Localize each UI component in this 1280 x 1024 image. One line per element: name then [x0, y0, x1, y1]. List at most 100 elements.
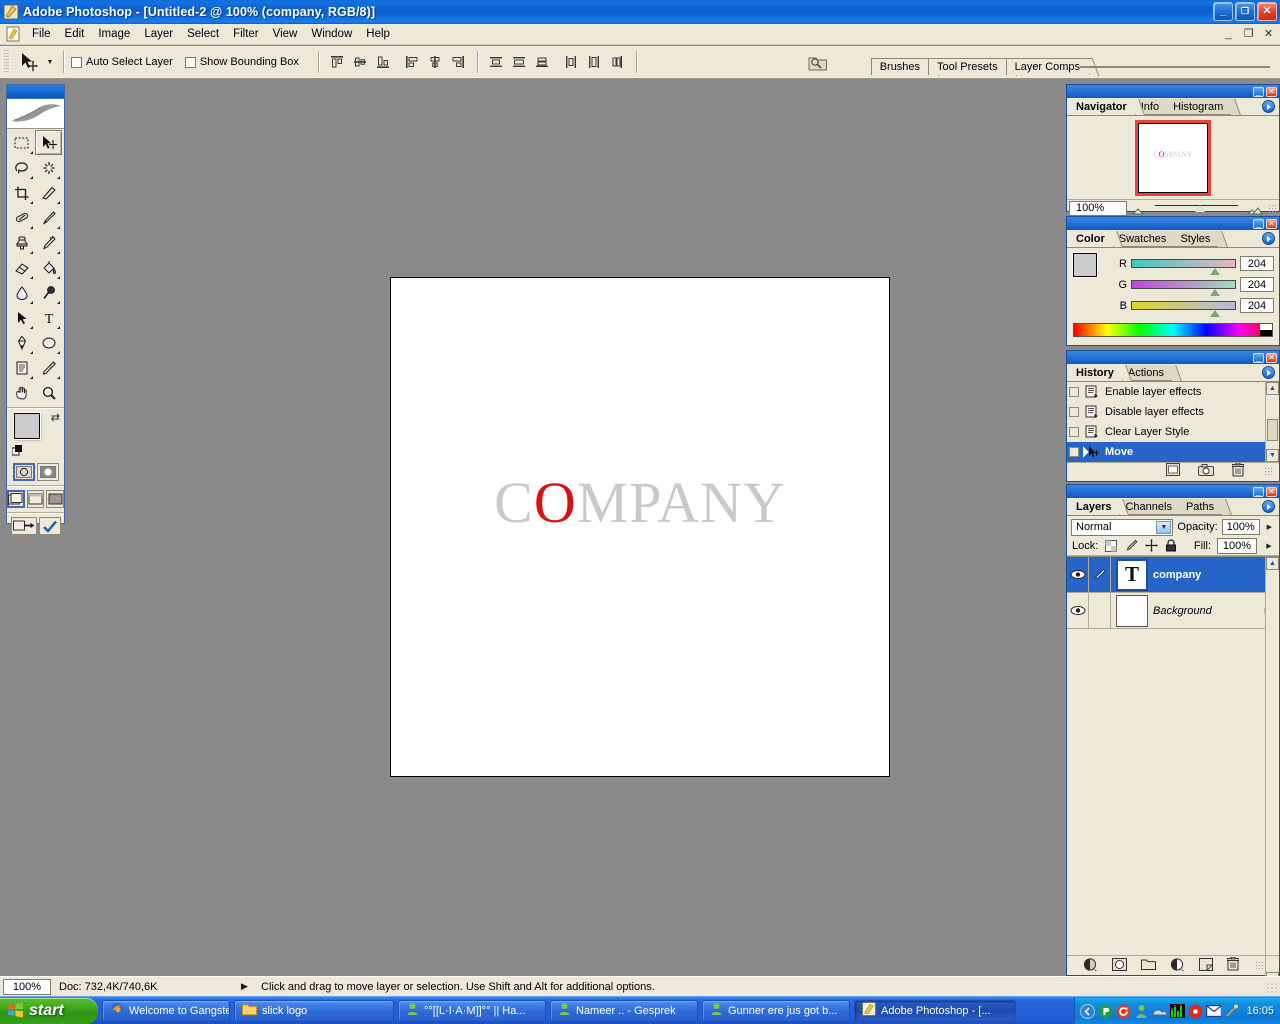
layer-visibility-icon[interactable] [1067, 556, 1089, 593]
slider-thumb[interactable] [1194, 205, 1205, 212]
equalizer-icon[interactable] [1170, 1004, 1186, 1019]
history-snapshot-checkbox[interactable] [1067, 422, 1081, 442]
navigator-title-bar[interactable]: _ ✕ [1067, 85, 1279, 98]
tool-clone-stamp[interactable] [8, 230, 35, 255]
layer-row-background[interactable]: Background [1067, 592, 1279, 629]
palette-well-tab-tool-presets[interactable]: Tool Presets [928, 58, 1008, 75]
media-player-icon[interactable] [1098, 1004, 1113, 1019]
full-screen-mode-button[interactable] [46, 490, 65, 508]
layer-thumbnail-background[interactable] [1116, 594, 1148, 627]
taskbar-button-msn-liam[interactable]: °°[[L·I·A·M]]°° || Ha... [398, 999, 546, 1022]
align-left-edges-icon[interactable] [402, 52, 423, 72]
history-state-row-selected[interactable]: Move [1067, 442, 1279, 462]
minimize-button[interactable]: _ [1213, 2, 1233, 21]
layers-minimize-button[interactable]: _ [1253, 486, 1264, 497]
tool-eyedropper[interactable] [35, 355, 62, 380]
tool-ellipse-shape[interactable] [35, 330, 62, 355]
history-snapshot-checkbox[interactable] [1067, 442, 1081, 462]
layer-mask-icon[interactable] [1111, 957, 1127, 974]
mdi-minimize-button[interactable]: _ [1221, 26, 1236, 40]
new-layer-icon[interactable] [1198, 957, 1213, 974]
slider-r[interactable] [1131, 259, 1236, 275]
jump-to-other-button[interactable] [38, 517, 61, 535]
history-state-row[interactable]: Clear Layer Style [1067, 422, 1279, 442]
distribute-right-edges-icon[interactable] [607, 52, 628, 72]
zoom-out-icon[interactable] [1130, 201, 1146, 215]
blend-mode-select[interactable]: Normal ▼ [1071, 518, 1174, 536]
lock-all-icon[interactable] [1164, 539, 1178, 553]
align-right-edges-icon[interactable] [448, 52, 469, 72]
menu-filter[interactable]: Filter [226, 26, 266, 42]
align-horizontal-centers-icon[interactable] [425, 52, 446, 72]
close-button[interactable]: ✕ [1257, 2, 1277, 21]
toolbox-title-bar[interactable] [7, 85, 64, 99]
slider-b-thumb[interactable] [1210, 310, 1221, 317]
file-browser-icon[interactable] [806, 51, 830, 74]
color-title-bar[interactable]: _ ✕ [1067, 217, 1279, 230]
fill-slider-arrow-icon[interactable]: ▶ [1263, 538, 1275, 554]
slider-g-thumb[interactable] [1210, 289, 1221, 296]
palette-well-tab-brushes[interactable]: Brushes [870, 58, 931, 75]
layer-link-icon[interactable] [1089, 556, 1111, 593]
taskbar-button-msn-nameer[interactable]: Nameer .. - Gesprek [550, 999, 698, 1022]
status-menu-arrow-icon[interactable]: ▶ [241, 981, 255, 992]
layers-title-bar[interactable]: _ ✕ [1067, 485, 1279, 498]
show-hidden-icons-icon[interactable] [1080, 1003, 1096, 1019]
menu-select[interactable]: Select [180, 26, 226, 42]
show-bounding-box-checkbox[interactable]: Show Bounding Box [184, 56, 299, 68]
update-icon[interactable] [1116, 1004, 1131, 1019]
layer-row-company[interactable]: T company [1067, 556, 1279, 593]
status-zoom-field[interactable]: 100% [3, 978, 51, 995]
tool-type[interactable]: T [35, 305, 62, 330]
swap-colors-icon[interactable]: ⇄ [51, 411, 60, 424]
system-clock[interactable]: 16:05 [1246, 1005, 1274, 1017]
tool-rectangular-marquee[interactable] [8, 130, 35, 155]
delete-state-icon[interactable] [1231, 462, 1245, 480]
comet-icon[interactable] [1224, 1004, 1239, 1019]
slider-b[interactable] [1131, 301, 1236, 317]
slider-g[interactable] [1131, 280, 1236, 296]
color-palette-menu-icon[interactable] [1262, 232, 1275, 245]
color-minimize-button[interactable]: _ [1253, 218, 1264, 229]
layer-link-slot[interactable] [1089, 592, 1111, 629]
tool-pen[interactable] [8, 330, 35, 355]
history-snapshot-checkbox[interactable] [1067, 382, 1081, 402]
taskbar-button-firefox[interactable]: Welcome to Gangster... [102, 999, 230, 1022]
history-snapshot-checkbox[interactable] [1067, 402, 1081, 422]
menu-file[interactable]: File [25, 26, 58, 42]
tool-paint-bucket[interactable] [35, 255, 62, 280]
layers-palette-menu-icon[interactable] [1262, 500, 1275, 513]
taskbar-button-photoshop[interactable]: Adobe Photoshop - [... [854, 999, 1016, 1022]
scroll-up-button[interactable]: ▲ [1266, 382, 1279, 395]
scrollbar-thumb[interactable] [1267, 419, 1278, 441]
foreground-color-swatch[interactable] [14, 413, 40, 439]
history-close-button[interactable]: ✕ [1266, 352, 1277, 363]
standard-screen-mode-button[interactable] [7, 490, 25, 508]
navigator-minimize-button[interactable]: _ [1253, 86, 1264, 97]
history-state-row[interactable]: Disable layer effects [1067, 402, 1279, 422]
tool-path-selection[interactable] [8, 305, 35, 330]
taskbar-button-slick-logo[interactable]: slick logo [234, 999, 394, 1022]
tool-blur[interactable] [8, 280, 35, 305]
distribute-horizontal-centers-icon[interactable] [584, 52, 605, 72]
start-button[interactable]: start [0, 998, 98, 1024]
tab-paths[interactable]: Paths [1178, 499, 1223, 515]
white-black-swatches[interactable] [1260, 324, 1272, 336]
lock-transparent-pixels-icon[interactable] [1104, 539, 1118, 553]
align-bottom-edges-icon[interactable] [373, 52, 394, 72]
tab-histogram[interactable]: Histogram [1166, 99, 1232, 115]
tool-zoom[interactable] [35, 380, 62, 405]
navigator-preview[interactable]: COMPANY [1067, 116, 1279, 199]
navigator-zoom-slider[interactable] [1149, 201, 1244, 215]
align-top-edges-icon[interactable] [327, 52, 348, 72]
distribute-top-edges-icon[interactable] [486, 52, 507, 72]
new-adjustment-layer-icon[interactable] [1170, 957, 1185, 974]
layers-scrollbar[interactable]: ▲ ▼ [1265, 557, 1279, 985]
value-g[interactable]: 204 [1240, 277, 1274, 292]
align-vertical-centers-icon[interactable] [350, 52, 371, 72]
opacity-input[interactable]: 100% [1221, 519, 1260, 535]
layer-thumbnail-text[interactable]: T [1116, 558, 1148, 591]
menu-image[interactable]: Image [91, 26, 137, 42]
tool-eraser[interactable] [8, 255, 35, 280]
tool-healing-brush[interactable] [8, 205, 35, 230]
